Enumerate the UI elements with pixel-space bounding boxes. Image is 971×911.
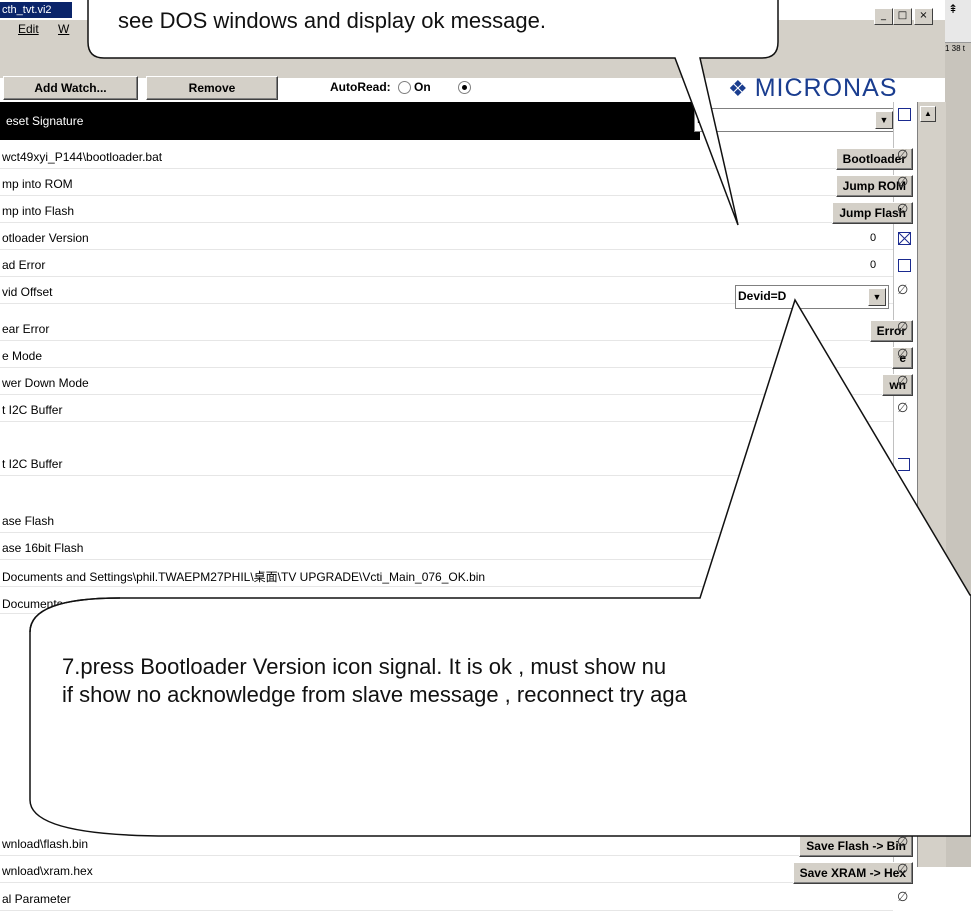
callout-overlay	[29, 0, 971, 837]
bottom-callout-line1: 7.press Bootloader Version icon signal. …	[62, 654, 667, 679]
row-separator	[0, 882, 893, 883]
null-state-icon[interactable]: ∅	[897, 890, 908, 905]
row-label: al Parameter	[2, 892, 71, 906]
bottom-callout-bubble	[29, 298, 971, 837]
bottom-callout-line2: if show no acknowledge from slave messag…	[62, 682, 687, 707]
top-callout-text: see DOS windows and display ok message.	[118, 8, 546, 33]
